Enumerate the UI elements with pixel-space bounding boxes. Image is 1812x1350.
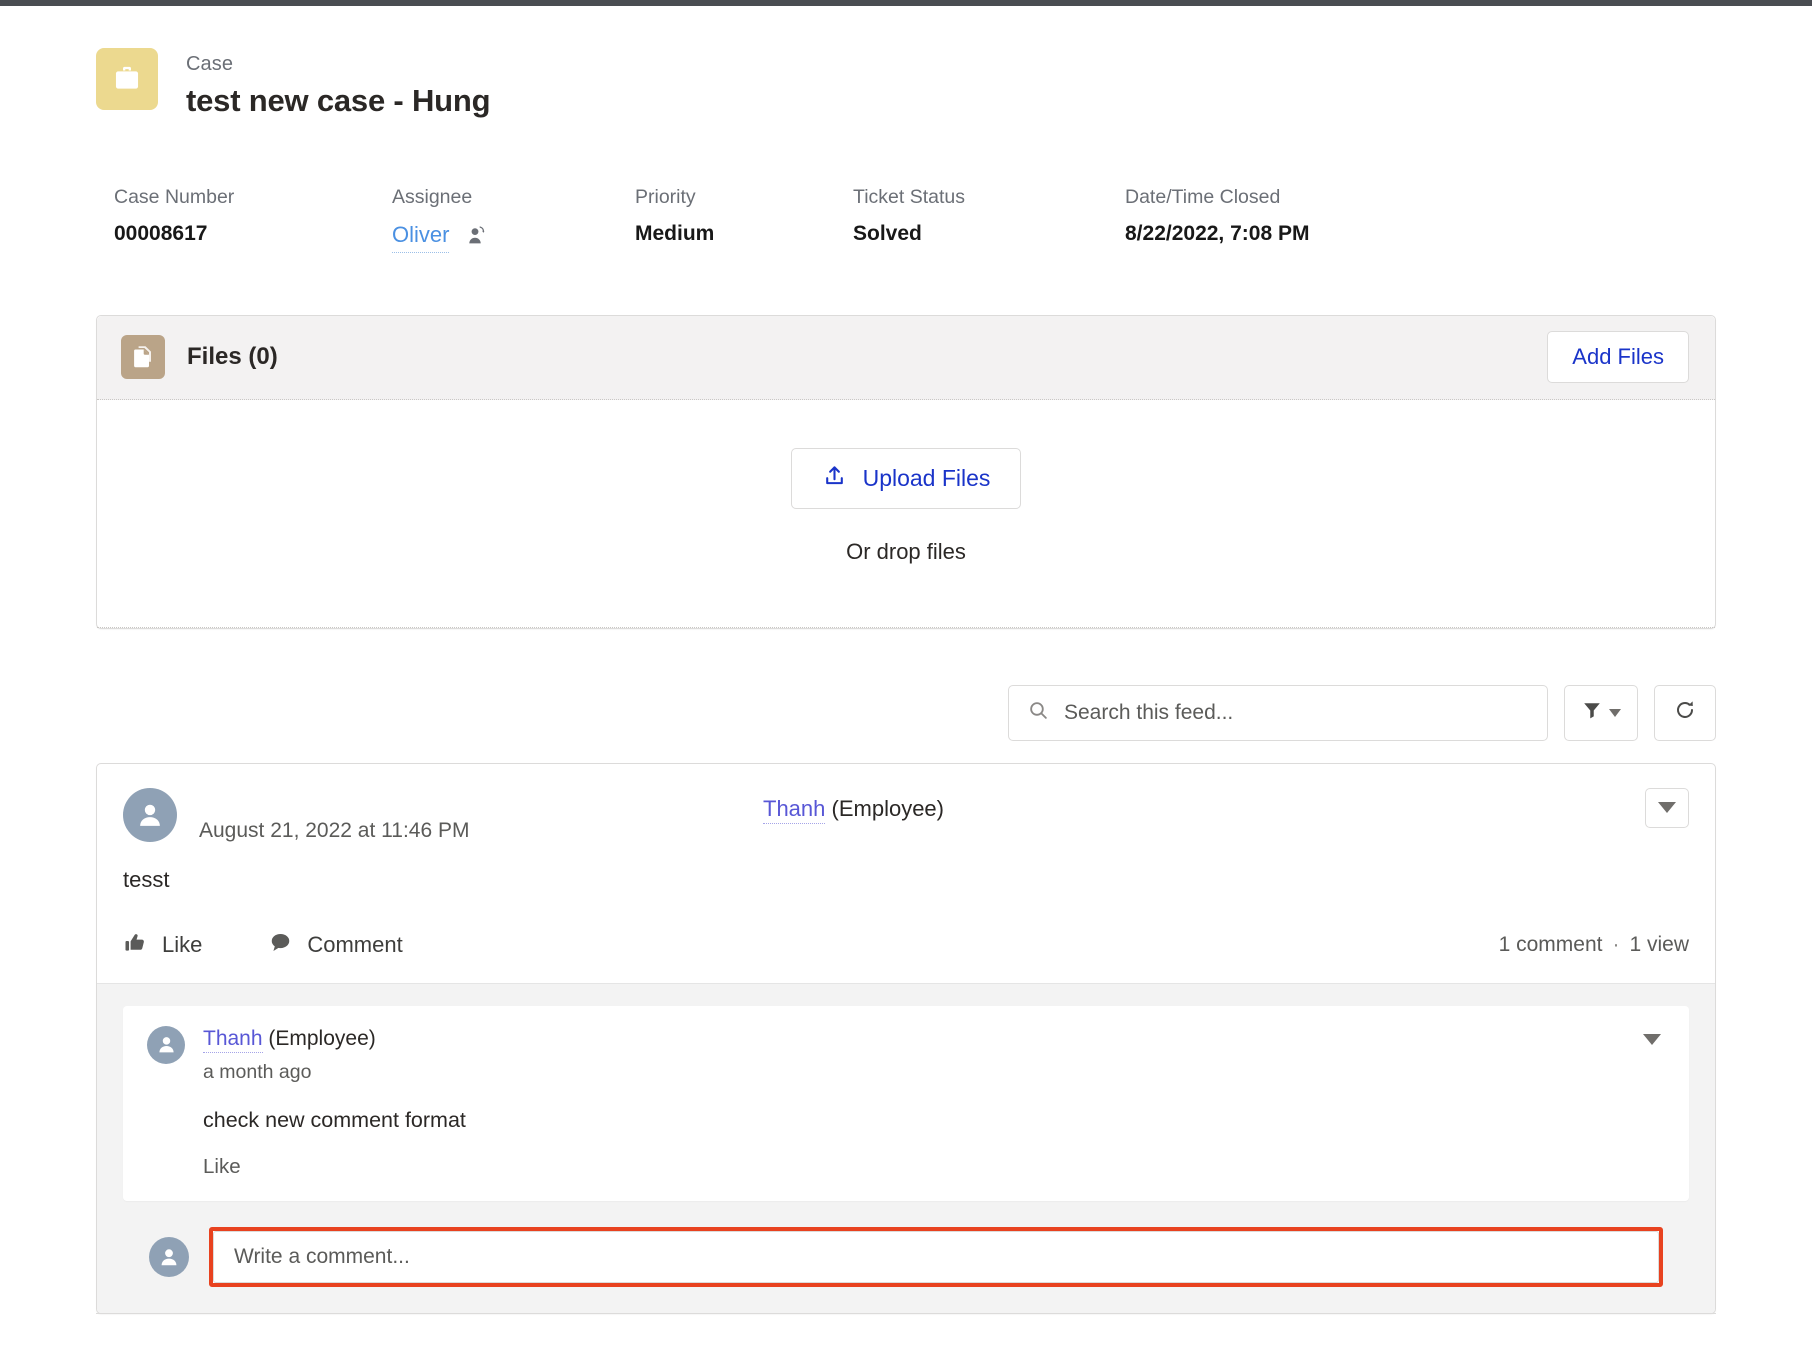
field-ticket-status: Ticket Status Solved	[853, 184, 1125, 253]
list-item: Thanh (Employee) a month ago check new c…	[123, 1006, 1689, 1202]
post-comment-count: 1 comment	[1499, 933, 1603, 956]
field-value-wrap: Oliver	[392, 220, 599, 253]
page-container: Case test new case - Hung Case Number 00…	[0, 6, 1812, 1314]
post-body: tesst	[123, 865, 1689, 896]
field-label: Date/Time Closed	[1125, 184, 1419, 211]
field-value: 8/22/2022, 7:08 PM	[1125, 220, 1419, 248]
comment-input[interactable]	[213, 1231, 1659, 1283]
status-badge: Solved	[853, 220, 1089, 248]
avatar[interactable]	[147, 1026, 185, 1064]
files-card: Files (0) Add Files Upload Files Or drop…	[96, 315, 1716, 629]
record-object-type: Case	[186, 51, 490, 77]
feed-refresh-button[interactable]	[1654, 685, 1716, 741]
feed-item: August 21, 2022 at 11:46 PM Thanh (Emplo…	[96, 763, 1716, 1315]
comment-like-button[interactable]: Like	[203, 1155, 241, 1179]
post-author-suffix: (Employee)	[825, 796, 944, 821]
chevron-down-icon	[1643, 1034, 1661, 1045]
comments-region: Thanh (Employee) a month ago check new c…	[97, 983, 1715, 1314]
post-author-link[interactable]: Thanh	[763, 796, 825, 824]
comment-composer	[123, 1201, 1689, 1313]
post-like-label: Like	[162, 932, 202, 958]
field-label: Assignee	[392, 184, 599, 211]
refresh-icon	[1673, 698, 1697, 727]
field-label: Case Number	[114, 184, 356, 211]
post-timestamp: August 21, 2022 at 11:46 PM	[199, 818, 469, 843]
comment-header: Thanh (Employee) a month ago check new c…	[147, 1026, 1665, 1180]
feed-search-box[interactable]	[1008, 685, 1548, 741]
avatar	[149, 1237, 189, 1277]
files-card-header: Files (0) Add Files	[97, 316, 1715, 400]
chevron-down-icon	[1658, 802, 1676, 813]
chevron-down-icon	[1609, 709, 1621, 717]
post-author: Thanh (Employee)	[763, 796, 944, 822]
assignee-link[interactable]: Oliver	[392, 220, 449, 253]
upload-icon	[822, 463, 847, 494]
page-title: test new case - Hung	[186, 80, 490, 122]
field-date-time-closed: Date/Time Closed 8/22/2022, 7:08 PM	[1125, 184, 1455, 253]
search-icon	[1027, 699, 1050, 727]
comment-body: check new comment format	[203, 1106, 1665, 1135]
field-case-number: Case Number 00008617	[114, 184, 392, 253]
avatar[interactable]	[123, 788, 177, 842]
briefcase-icon	[96, 48, 158, 110]
field-value: 00008617	[114, 220, 356, 248]
record-header: Case test new case - Hung	[96, 6, 1716, 122]
post-comment-label: Comment	[307, 932, 402, 958]
comment-author-suffix: (Employee)	[263, 1027, 376, 1050]
feed-toolbar	[96, 685, 1716, 741]
file-icon	[121, 335, 165, 379]
field-assignee: Assignee Oliver	[392, 184, 635, 253]
field-priority: Priority Medium	[635, 184, 853, 253]
count-separator: ·	[1612, 933, 1619, 956]
record-titles: Case test new case - Hung	[186, 48, 490, 122]
post-comment-button[interactable]: Comment	[268, 930, 402, 961]
field-label: Ticket Status	[853, 184, 1089, 211]
comment-menu-button[interactable]	[1639, 1030, 1665, 1050]
filter-icon	[1581, 699, 1603, 726]
post-meta: August 21, 2022 at 11:46 PM	[199, 788, 469, 843]
upload-files-label: Upload Files	[863, 465, 991, 492]
post-like-button[interactable]: Like	[123, 930, 202, 961]
comment-content: Thanh (Employee) a month ago check new c…	[203, 1026, 1665, 1180]
field-label: Priority	[635, 184, 817, 211]
comment-author: Thanh (Employee)	[203, 1026, 1665, 1051]
bottom-divider	[96, 1313, 1716, 1314]
comment-input-highlight	[209, 1227, 1663, 1287]
comment-author-link[interactable]: Thanh	[203, 1027, 263, 1053]
drop-files-text: Or drop files	[846, 539, 966, 565]
post-main: August 21, 2022 at 11:46 PM Thanh (Emplo…	[97, 764, 1715, 983]
search-input[interactable]	[1064, 701, 1529, 725]
person-add-icon[interactable]	[465, 224, 489, 248]
record-field-row: Case Number 00008617 Assignee Oliver Pri…	[96, 184, 1716, 253]
files-card-title: Files (0)	[187, 343, 278, 371]
post-header: August 21, 2022 at 11:46 PM Thanh (Emplo…	[123, 788, 1689, 843]
thumbs-up-icon	[123, 930, 148, 961]
post-menu-button[interactable]	[1645, 788, 1689, 828]
post-action-bar: Like Comment 1 comment · 1 view	[123, 930, 1689, 983]
upload-files-button[interactable]: Upload Files	[791, 448, 1022, 509]
add-files-button[interactable]: Add Files	[1547, 331, 1689, 383]
field-value: Medium	[635, 220, 817, 248]
speech-bubble-icon	[268, 930, 293, 961]
files-dropzone[interactable]: Upload Files Or drop files	[97, 400, 1715, 628]
comment-timestamp: a month ago	[203, 1061, 1665, 1084]
post-view-count: 1 view	[1629, 933, 1689, 956]
feed-filter-button[interactable]	[1564, 685, 1638, 741]
post-counts: 1 comment · 1 view	[1499, 933, 1689, 957]
